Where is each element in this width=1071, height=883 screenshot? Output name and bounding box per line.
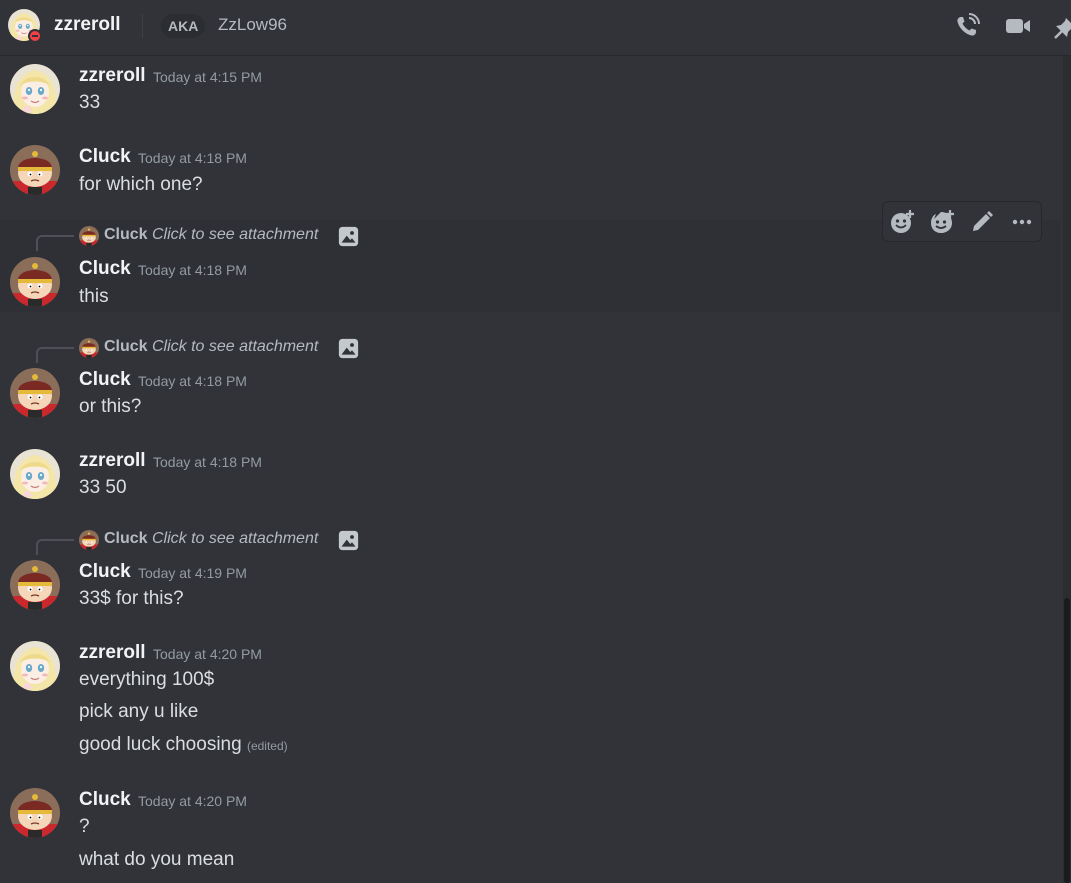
message-text: this xyxy=(79,286,109,307)
avatar[interactable] xyxy=(10,788,60,838)
reply-avatar xyxy=(79,226,99,246)
reply-spine xyxy=(36,235,74,251)
reply-spine xyxy=(36,539,74,555)
image-icon xyxy=(338,530,359,551)
reply-author[interactable]: Cluck xyxy=(104,338,148,356)
message-list: zzreroll Today at 4:15 PM 33 Cluck Today… xyxy=(0,57,1071,883)
message-author[interactable]: zzreroll xyxy=(79,642,146,664)
reply-author[interactable]: Cluck xyxy=(104,226,148,244)
avatar[interactable] xyxy=(10,368,60,418)
reply-preview[interactable]: Cluck Click to see attachment xyxy=(36,336,366,363)
message-text: 33 xyxy=(79,92,101,113)
aka-badge: AKA xyxy=(161,14,206,38)
message-author[interactable]: zzreroll xyxy=(79,65,146,87)
dnd-status-icon xyxy=(28,29,42,43)
message[interactable]: zzreroll Today at 4:20 PM everything 100… xyxy=(0,635,1060,765)
message-timestamp: Today at 4:18 PM xyxy=(138,150,247,166)
header-username[interactable]: zzreroll xyxy=(54,14,121,36)
message[interactable]: zzreroll Today at 4:18 PM 33 50 xyxy=(0,443,1060,523)
message-timestamp: Today at 4:19 PM xyxy=(138,565,247,581)
image-icon xyxy=(338,338,359,359)
edited-label: (edited) xyxy=(246,739,288,753)
dm-header: zzreroll AKA ZzLow96 xyxy=(0,0,1071,56)
add-reaction-icon[interactable] xyxy=(888,208,916,236)
message[interactable]: Cluck Click to see attachment Cluck Toda… xyxy=(0,524,1060,616)
message-author[interactable]: zzreroll xyxy=(79,450,146,472)
reply-author[interactable]: Cluck xyxy=(104,530,148,548)
reply-text[interactable]: Click to see attachment xyxy=(152,530,318,548)
message-timestamp: Today at 4:18 PM xyxy=(138,262,247,278)
message-author[interactable]: Cluck xyxy=(79,146,131,168)
more-options-icon[interactable] xyxy=(1008,208,1036,236)
avatar[interactable] xyxy=(10,560,60,610)
reply-avatar xyxy=(79,338,99,358)
message-author[interactable]: Cluck xyxy=(79,561,131,583)
super-reaction-icon[interactable] xyxy=(928,208,956,236)
message-timestamp: Today at 4:15 PM xyxy=(153,69,262,85)
message-author[interactable]: Cluck xyxy=(79,258,131,280)
message-text: or this? xyxy=(79,396,142,417)
pin-icon[interactable] xyxy=(1053,12,1071,40)
message-text: what do you mean xyxy=(79,849,235,870)
message-text: everything 100$ xyxy=(79,669,215,690)
message-action-toolbar xyxy=(882,201,1042,242)
edit-icon[interactable] xyxy=(968,208,996,236)
reply-text[interactable]: Click to see attachment xyxy=(152,226,318,244)
message-text: good luck choosing xyxy=(79,734,242,755)
video-call-icon[interactable] xyxy=(1004,12,1032,40)
avatar[interactable] xyxy=(10,449,60,499)
message-timestamp: Today at 4:20 PM xyxy=(138,793,247,809)
message-text: ? xyxy=(79,816,90,837)
message-text-edited: good luck choosing (edited) xyxy=(79,734,288,756)
message[interactable]: Cluck Today at 4:20 PM ? what do you mea… xyxy=(0,782,1060,883)
message-timestamp: Today at 4:20 PM xyxy=(153,646,262,662)
image-icon xyxy=(338,226,359,247)
reply-preview[interactable]: Cluck Click to see attachment xyxy=(36,528,366,555)
message[interactable]: zzreroll Today at 4:15 PM 33 xyxy=(0,57,1060,137)
message-timestamp: Today at 4:18 PM xyxy=(138,373,247,389)
message-text: 33$ for this? xyxy=(79,588,184,609)
avatar[interactable] xyxy=(10,145,60,195)
avatar[interactable] xyxy=(10,64,60,114)
scrollbar-thumb[interactable] xyxy=(1064,598,1070,883)
header-divider xyxy=(142,14,143,38)
message-author[interactable]: Cluck xyxy=(79,369,131,391)
message[interactable]: Cluck Click to see attachment Cluck Toda… xyxy=(0,332,1060,424)
message-text: pick any u like xyxy=(79,701,199,722)
header-alias: ZzLow96 xyxy=(218,15,287,34)
avatar[interactable] xyxy=(10,257,60,307)
avatar[interactable] xyxy=(10,641,60,691)
message-timestamp: Today at 4:18 PM xyxy=(153,454,262,470)
message-text: 33 50 xyxy=(79,477,127,498)
reply-avatar xyxy=(79,530,99,550)
reply-preview[interactable]: Cluck Click to see attachment xyxy=(36,224,366,251)
reply-spine xyxy=(36,347,74,363)
message-author[interactable]: Cluck xyxy=(79,789,131,811)
header-avatar[interactable] xyxy=(8,9,42,43)
message-text: for which one? xyxy=(79,174,203,195)
reply-text[interactable]: Click to see attachment xyxy=(152,338,318,356)
call-icon[interactable] xyxy=(953,12,981,40)
